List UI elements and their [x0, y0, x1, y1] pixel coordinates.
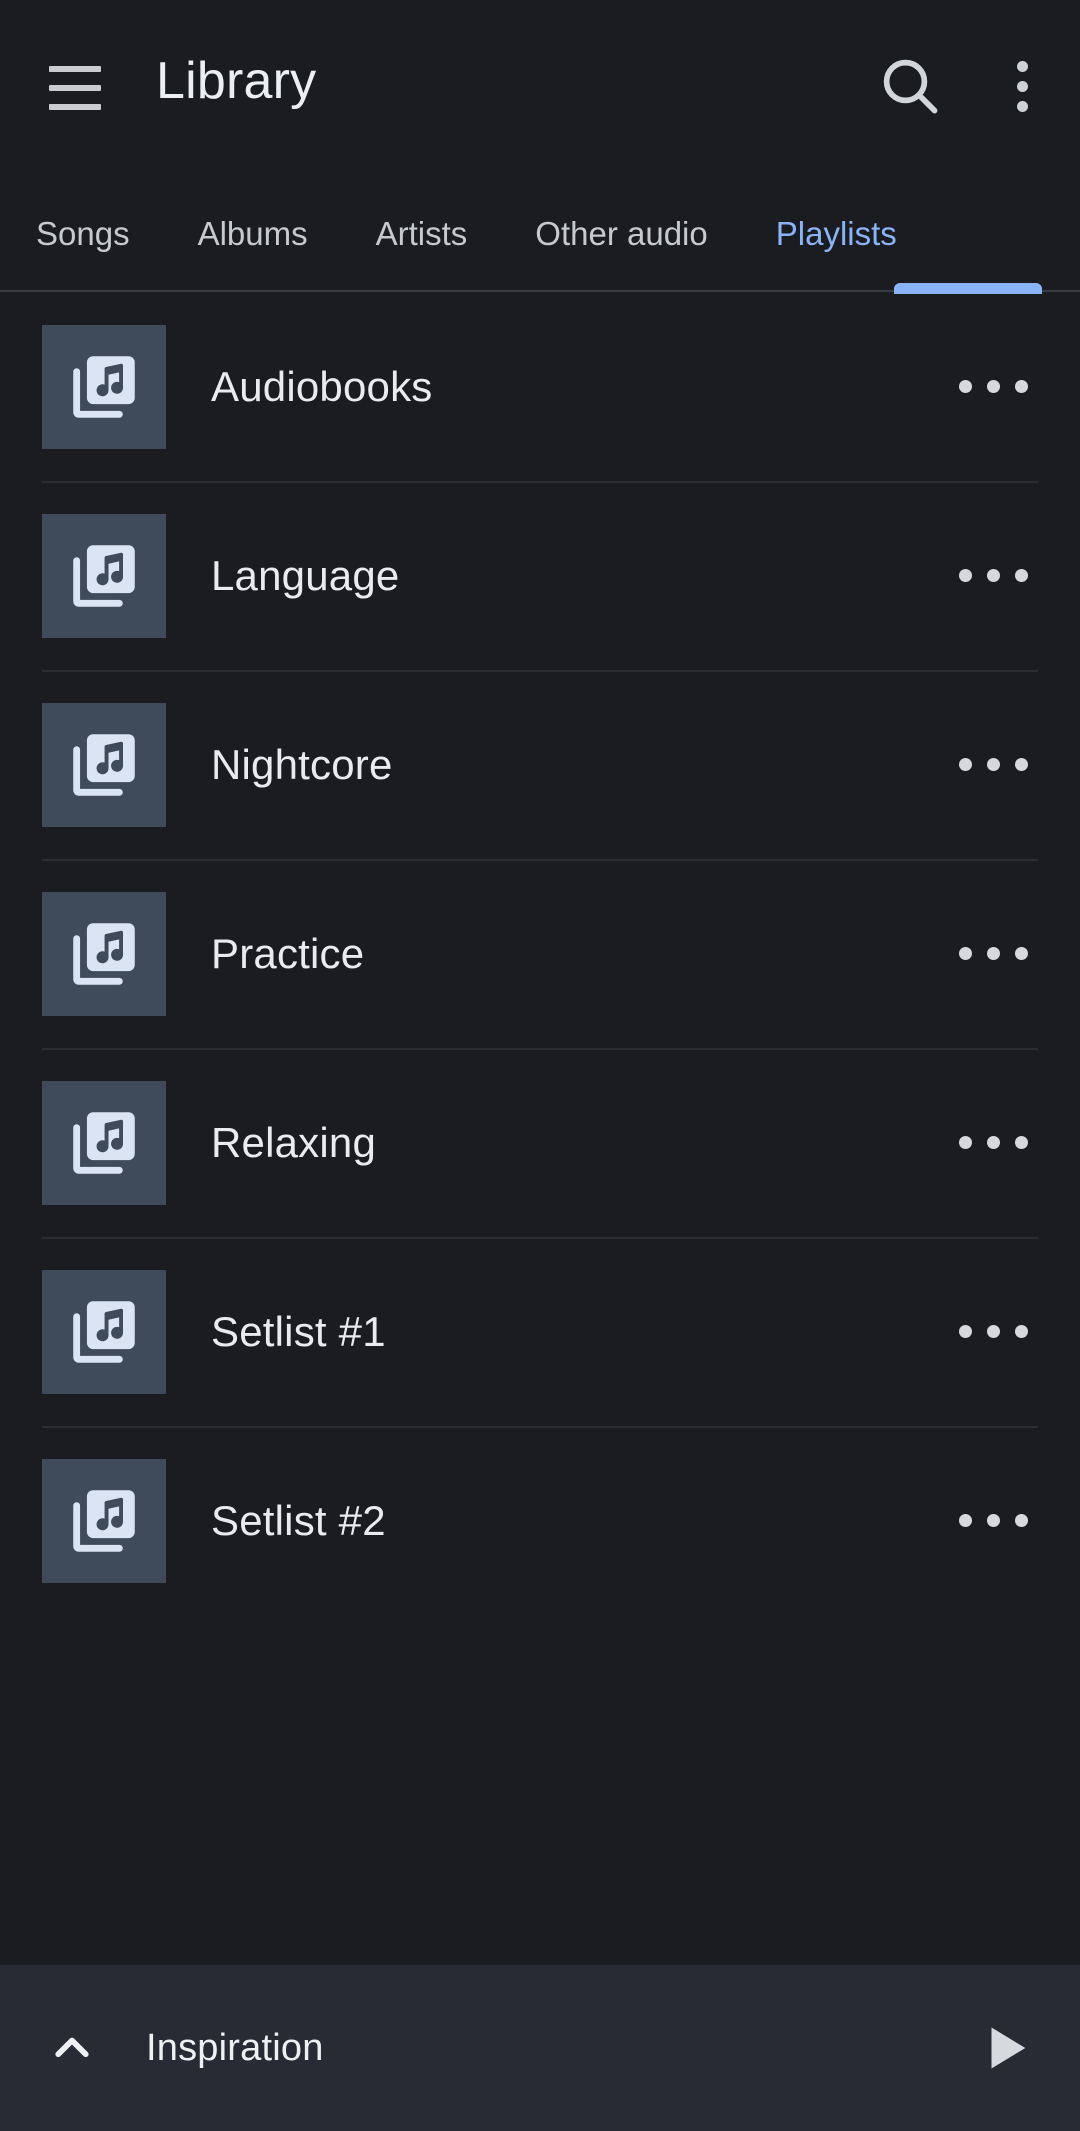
list-item[interactable]: Practice — [0, 859, 1080, 1048]
now-playing-bar[interactable]: Inspiration — [0, 1965, 1080, 2131]
dot — [986, 1136, 1000, 1149]
dot — [958, 947, 972, 960]
dot — [1016, 60, 1028, 72]
list-item[interactable]: Audiobooks — [0, 292, 1080, 481]
dot — [1016, 80, 1028, 92]
tab-other-audio[interactable]: Other audio — [535, 176, 707, 291]
app-bar: Library — [0, 0, 1080, 176]
dot — [1014, 758, 1028, 771]
list-item-label: Practice — [211, 929, 365, 977]
more-vert-icon[interactable] — [992, 50, 1052, 122]
list-item-label: Language — [211, 551, 400, 599]
list-item[interactable]: Language — [0, 481, 1080, 670]
play-icon[interactable] — [954, 1996, 1058, 2100]
dot — [1014, 1325, 1028, 1338]
list-item[interactable]: Nightcore — [0, 670, 1080, 859]
dot — [1016, 100, 1028, 112]
tab-songs[interactable]: Songs — [36, 176, 130, 291]
music-library-icon — [42, 1458, 166, 1583]
hamburger-line — [49, 104, 101, 110]
list-item-label: Relaxing — [211, 1118, 377, 1166]
list-item-label: Setlist #2 — [211, 1496, 386, 1544]
list-item[interactable]: Setlist #2 — [0, 1426, 1080, 1615]
hamburger-line — [49, 66, 101, 72]
more-horiz-icon[interactable] — [938, 710, 1048, 820]
more-horiz-icon[interactable] — [938, 1277, 1048, 1387]
dot — [958, 1325, 972, 1338]
music-library-icon — [42, 513, 166, 638]
dot — [986, 569, 1000, 582]
dot — [958, 380, 972, 393]
dot — [986, 1514, 1000, 1527]
dot — [958, 758, 972, 771]
dot — [1014, 1136, 1028, 1149]
list-item-label: Nightcore — [211, 740, 393, 788]
dot — [986, 947, 1000, 960]
music-library-icon — [42, 1080, 166, 1205]
dot — [958, 1514, 972, 1527]
app-root: Library Songs Albums Artists Other audio… — [0, 0, 1080, 2131]
tab-bar: Songs Albums Artists Other audio Playlis… — [0, 176, 1080, 291]
music-library-icon — [42, 1269, 166, 1394]
search-icon[interactable] — [874, 50, 946, 122]
music-library-icon — [42, 702, 166, 827]
chevron-up-icon[interactable] — [24, 2000, 120, 2096]
more-horiz-icon[interactable] — [938, 899, 1048, 1009]
dot — [958, 569, 972, 582]
hamburger-line — [49, 85, 101, 91]
tab-artists[interactable]: Artists — [376, 176, 468, 291]
list-item-label: Setlist #1 — [211, 1307, 386, 1355]
dot — [986, 380, 1000, 393]
more-horiz-icon[interactable] — [938, 1088, 1048, 1198]
dot — [958, 1136, 972, 1149]
dot — [1014, 569, 1028, 582]
more-horiz-icon[interactable] — [938, 521, 1048, 631]
tab-albums[interactable]: Albums — [198, 176, 308, 291]
music-library-icon — [42, 891, 166, 1016]
dot — [1014, 1514, 1028, 1527]
page-title: Library — [156, 52, 317, 110]
dot — [986, 758, 1000, 771]
list-item[interactable]: Relaxing — [0, 1048, 1080, 1237]
hamburger-menu-icon[interactable] — [36, 58, 114, 118]
list-item-label: Audiobooks — [211, 362, 433, 410]
dot — [1014, 380, 1028, 393]
dot — [1014, 947, 1028, 960]
dot — [986, 1325, 1000, 1338]
list-item[interactable]: Setlist #1 — [0, 1237, 1080, 1426]
playlist-list: Audiobooks Language Nightcore Practice R… — [0, 292, 1080, 1615]
tab-playlists[interactable]: Playlists — [776, 176, 897, 291]
now-playing-title: Inspiration — [146, 2026, 324, 2069]
more-horiz-icon[interactable] — [938, 332, 1048, 442]
more-horiz-icon[interactable] — [938, 1466, 1048, 1576]
music-library-icon — [42, 324, 166, 449]
